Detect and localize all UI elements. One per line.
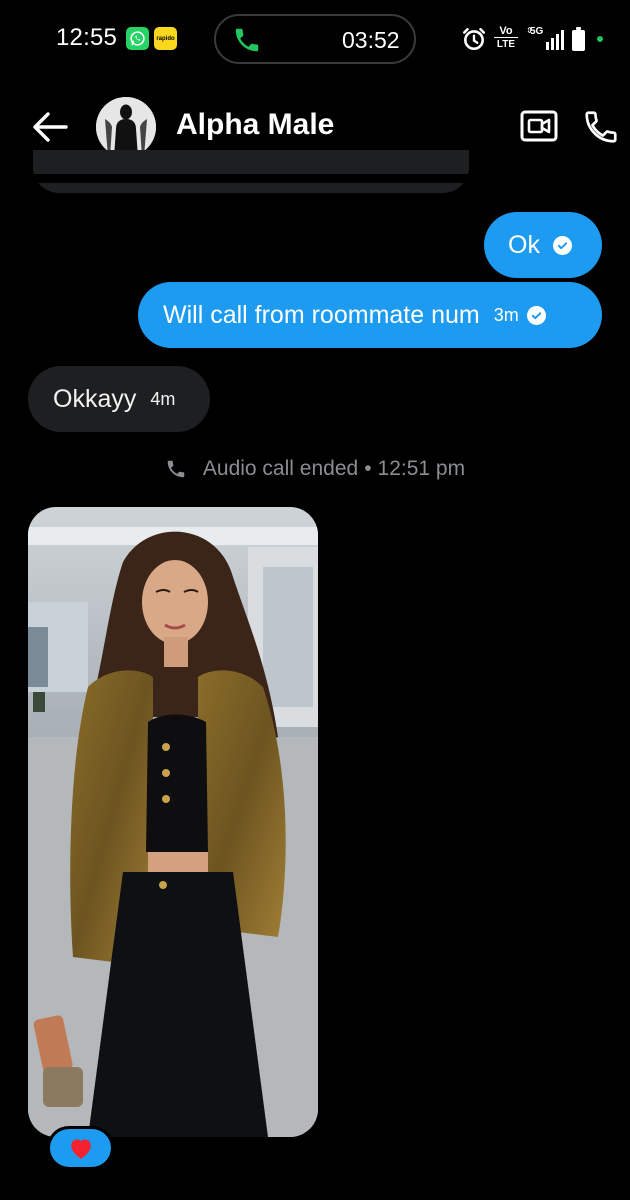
message-text: Ok — [508, 230, 540, 259]
volte-icon: Vo LTE — [494, 26, 518, 52]
call-ended-notice: Audio call ended • 12:51 pm — [0, 454, 630, 484]
call-ended-time: 12:51 pm — [377, 457, 466, 480]
message-bubble-outgoing[interactable]: Ok — [484, 212, 602, 278]
video-call-icon[interactable] — [520, 109, 558, 143]
volte-bottom-label: LTE — [494, 37, 518, 50]
phone-call-icon[interactable] — [582, 108, 620, 146]
read-receipt-icon — [526, 305, 546, 325]
rapido-label: rapido — [156, 35, 175, 42]
alarm-icon — [462, 27, 486, 51]
phone-icon — [235, 28, 259, 52]
phone-icon — [167, 460, 185, 478]
whatsapp-icon — [126, 27, 149, 50]
5g-signal-icon: 5G ⇕ — [526, 26, 564, 52]
call-timer: 03:52 — [342, 27, 400, 53]
header-divider — [0, 174, 630, 183]
volte-top-label: Vo — [499, 25, 513, 37]
back-arrow-icon[interactable] — [32, 110, 68, 144]
battery-icon — [572, 27, 585, 51]
message-bubble-incoming[interactable]: Okkayy 4m — [28, 366, 210, 432]
avatar[interactable] — [96, 97, 156, 157]
rapido-icon: rapido — [154, 27, 177, 50]
heart-icon — [70, 1139, 91, 1159]
message-text: Will call from roommate num — [163, 300, 480, 329]
scrolled-message-bubble — [33, 150, 469, 193]
contact-name[interactable]: Alpha Male — [176, 108, 334, 142]
status-bar: 12:55 rapido 03:52 Vo LTE 5G ⇕ — [0, 0, 630, 80]
photo-image — [28, 507, 318, 1137]
read-receipt-icon — [552, 235, 572, 255]
status-time: 12:55 — [56, 24, 118, 51]
message-time: 3m — [493, 304, 519, 325]
dot-icon — [597, 36, 603, 42]
message-time: 4m — [150, 388, 176, 409]
message-bubble-outgoing[interactable]: Will call from roommate num 3m — [138, 282, 602, 348]
message-text: Okkayy — [53, 384, 137, 413]
photo-message[interactable] — [28, 507, 318, 1137]
reaction-badge[interactable] — [50, 1129, 111, 1167]
separator: • — [364, 457, 372, 480]
call-ended-text: Audio call ended — [202, 457, 359, 480]
